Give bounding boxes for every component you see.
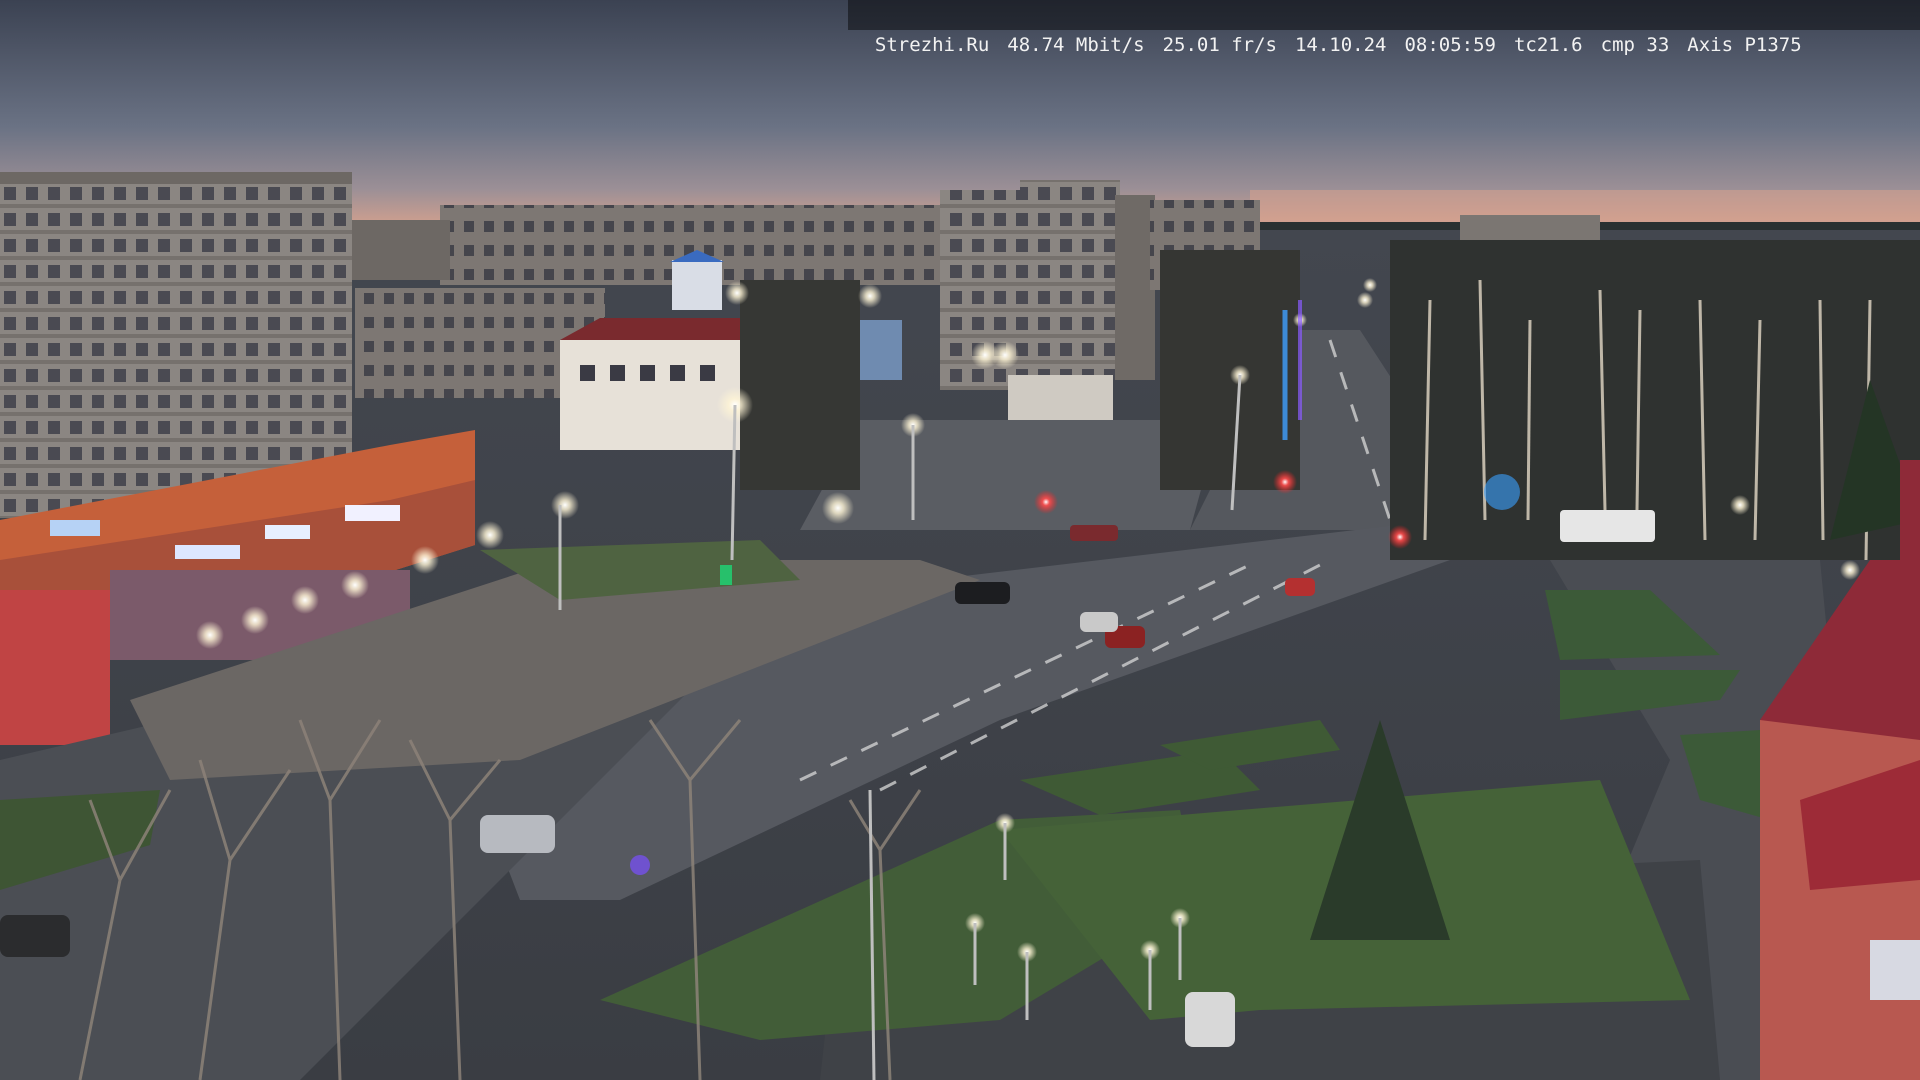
framerate-readout: 25.01 fr/s (1162, 34, 1277, 56)
tc-readout: tc21.6 (1513, 34, 1583, 56)
cmp-readout: cmp 33 (1600, 34, 1670, 56)
camera-overlay-bar: Strezhi.Ru 48.74 Mbit/s 25.01 fr/s 14.10.24… (848, 0, 1920, 56)
date-readout: 14.10.24 (1294, 34, 1387, 56)
bitrate-readout: 48.74 Mbit/s (1007, 34, 1145, 56)
street-camera-scene (0, 0, 1920, 1080)
camera-model-label: Axis P1375 (1687, 34, 1802, 56)
time-readout: 08:05:59 (1404, 34, 1496, 56)
site-label: Strezhi.Ru (874, 34, 990, 56)
